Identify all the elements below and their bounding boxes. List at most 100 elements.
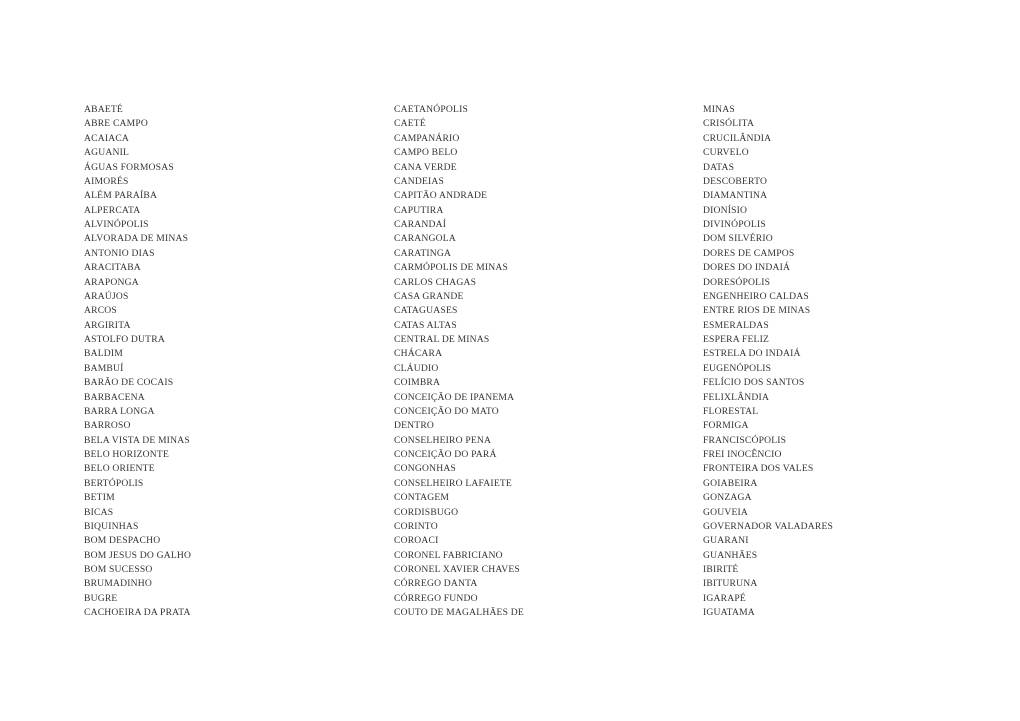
- municipality-entry: CONCEIÇÃO DO PARÁ: [394, 449, 497, 460]
- municipality-entry: BARBACENA: [84, 391, 145, 403]
- municipality-entry: GUANHÃES: [703, 549, 758, 561]
- municipality-entry: BALDIM: [84, 348, 123, 360]
- municipality-entry: AGUANIL: [84, 147, 130, 159]
- municipality-entry: DIAMANTINA: [703, 190, 768, 202]
- municipality-entry: ALPERCATA: [84, 204, 141, 216]
- municipality-entry: DORES DE CAMPOS: [703, 247, 795, 259]
- municipality-entry: IGUATAMA: [703, 607, 755, 619]
- municipality-entry: CARATINGA: [394, 247, 452, 259]
- municipality-entry: BARRA LONGA: [84, 405, 155, 417]
- document-page: ABAETÉ ABRE CAMPO ACAIACA AGUANIL ÁGUAS FORM…: [0, 0, 1020, 721]
- municipality-entry: CORINTO: [394, 520, 438, 532]
- municipality-entry: FRONTEIRA DOS VALES: [703, 463, 814, 475]
- municipality-entry: CAPUTIRA: [394, 204, 444, 216]
- municipality-entry: AIMORÉS: [84, 175, 129, 187]
- municipality-entry: ALVORADA DE MINAS: [84, 233, 189, 245]
- municipality-entry: GOVERNADOR VALADARES: [703, 520, 834, 532]
- municipality-entry: FRANCISCÓPOLIS: [703, 434, 787, 446]
- municipality-entry: DIONÍSIO: [703, 204, 748, 216]
- municipality-entry: ARCOS: [84, 305, 117, 317]
- municipality-entry: CURVELO: [703, 147, 749, 159]
- municipality-entry: ARAPONGA: [84, 276, 139, 288]
- municipality-entry: DOM SILVÉRIO: [703, 233, 773, 245]
- municipality-entry: BETIM: [84, 492, 115, 504]
- municipality-entry: FREI INOCÊNCIO: [703, 449, 782, 460]
- municipality-entry: DORES DO INDAIÁ: [703, 262, 791, 274]
- municipality-entry: CANA VERDE: [394, 161, 457, 173]
- municipality-entry: BIQUINHAS: [84, 520, 139, 532]
- municipality-entry: CATAGUASES: [394, 305, 458, 317]
- municipality-column-1: ABAETÉ ABRE CAMPO ACAIACA AGUANIL ÁGUAS FORM…: [84, 103, 394, 621]
- municipality-entry: ESTRELA DO INDAIÁ: [703, 348, 801, 360]
- municipality-entry: CORONEL XAVIER CHAVES: [394, 564, 520, 575]
- municipality-entry: CONSELHEIRO LAFAIETE: [394, 477, 512, 489]
- municipality-entry: BOM JESUS DO GALHO: [84, 549, 192, 561]
- municipality-entry: BUGRE: [84, 592, 118, 604]
- municipality-entry: CÓRREGO DANTA: [394, 578, 478, 590]
- municipality-entry: ASTOLFO DUTRA: [84, 334, 165, 345]
- municipality-entry: GUARANI: [703, 535, 749, 547]
- municipality-entry: ESPERA FELIZ: [703, 334, 770, 345]
- municipality-entry: CAMPANÁRIO: [394, 132, 460, 144]
- municipality-entry: CONSELHEIRO PENA: [394, 434, 492, 446]
- municipality-entry: IGARAPÉ: [703, 592, 746, 604]
- municipality-entry: ARACITABA: [84, 262, 141, 274]
- municipality-entry: ALÉM PARAÍBA: [84, 190, 158, 202]
- municipality-entry: CATAS ALTAS: [394, 319, 457, 331]
- municipality-entry: COIMBRA: [394, 377, 441, 389]
- municipality-entry: ÁGUAS FORMOSAS: [84, 161, 174, 173]
- municipality-entry: ABRE CAMPO: [84, 118, 149, 130]
- municipality-entry: ANTONIO DIAS: [84, 247, 155, 259]
- municipality-entry: CARMÓPOLIS DE MINAS: [394, 262, 508, 274]
- municipality-entry: CHÁCARA: [394, 348, 443, 360]
- municipality-entry: CENTRAL DE MINAS: [394, 334, 490, 345]
- municipality-entry: ENGENHEIRO CALDAS: [703, 290, 809, 302]
- municipality-entry: ALVINÓPOLIS: [84, 219, 149, 230]
- municipality-entry: CAPITÃO ANDRADE: [394, 190, 488, 202]
- municipality-entry: DIVINÓPOLIS: [703, 219, 766, 230]
- column-container: ABAETÉ ABRE CAMPO ACAIACA AGUANIL ÁGUAS FORM…: [0, 103, 1020, 621]
- municipality-entry: BOM SUCESSO: [84, 564, 153, 575]
- municipality-entry: ENTRE RIOS DE MINAS: [703, 305, 811, 317]
- municipality-entry: CONCEIÇÃO DE IPANEMA: [394, 391, 515, 403]
- municipality-entry: ARGIRITA: [84, 319, 131, 331]
- municipality-entry: COROACI: [394, 535, 439, 547]
- municipality-entry: BICAS: [84, 506, 114, 518]
- municipality-entry: BELO ORIENTE: [84, 463, 155, 475]
- municipality-entry: CARLOS CHAGAS: [394, 276, 477, 288]
- municipality-entry: FLORESTAL: [703, 405, 759, 417]
- municipality-column-3: MINAS CRISÓLITA CRUCILÂNDIA CURVELO DATAS DES…: [703, 103, 1003, 621]
- municipality-entry: CORDISBUGO: [394, 506, 459, 518]
- municipality-entry: CARANDAÍ: [394, 219, 447, 230]
- municipality-entry: ESMERALDAS: [703, 319, 769, 331]
- municipality-column-2: CAETANÓPOLIS CAETÉ CAMPANÁRIO CAMPO BELO CAN…: [394, 103, 703, 621]
- municipality-entry: BARÃO DE COCAIS: [84, 377, 174, 389]
- municipality-entry: BELO HORIZONTE: [84, 449, 170, 460]
- municipality-entry: EUGENÓPOLIS: [703, 362, 772, 374]
- municipality-entry: FELIXLÂNDIA: [703, 391, 770, 403]
- municipality-entry: BARROSO: [84, 420, 131, 432]
- municipality-entry: BELA VISTA DE MINAS: [84, 434, 190, 446]
- municipality-entry: BERTÓPOLIS: [84, 477, 144, 489]
- municipality-entry: DESCOBERTO: [703, 175, 768, 187]
- municipality-entry: FELÍCIO DOS SANTOS: [703, 377, 805, 389]
- municipality-entry: CASA GRANDE: [394, 290, 464, 302]
- municipality-entry: CACHOEIRA DA PRATA: [84, 607, 191, 619]
- municipality-entry: CONCEIÇÃO DO MATO: [394, 405, 499, 417]
- municipality-entry: FORMIGA: [703, 420, 749, 432]
- municipality-entry: CORONEL FABRICIANO: [394, 549, 503, 561]
- municipality-entry: CAMPO BELO: [394, 147, 458, 159]
- municipality-entry: IBIRITÉ: [703, 564, 739, 575]
- municipality-entry: CÓRREGO FUNDO: [394, 592, 478, 604]
- municipality-entry: CONGONHAS: [394, 463, 456, 475]
- municipality-entry: BAMBUÍ: [84, 362, 124, 374]
- municipality-entry: CRUCILÂNDIA: [703, 132, 772, 144]
- municipality-entry: CAETÉ: [394, 118, 426, 130]
- municipality-entry: BOM DESPACHO: [84, 535, 161, 547]
- municipality-entry: BRUMADINHO: [84, 578, 153, 590]
- municipality-entry: ARAÚJOS: [84, 290, 129, 302]
- municipality-entry: CARANGOLA: [394, 233, 456, 245]
- municipality-entry: IBITURUNA: [703, 578, 758, 590]
- municipality-entry: DENTRO: [394, 420, 435, 432]
- municipality-entry: CONTAGEM: [394, 492, 450, 504]
